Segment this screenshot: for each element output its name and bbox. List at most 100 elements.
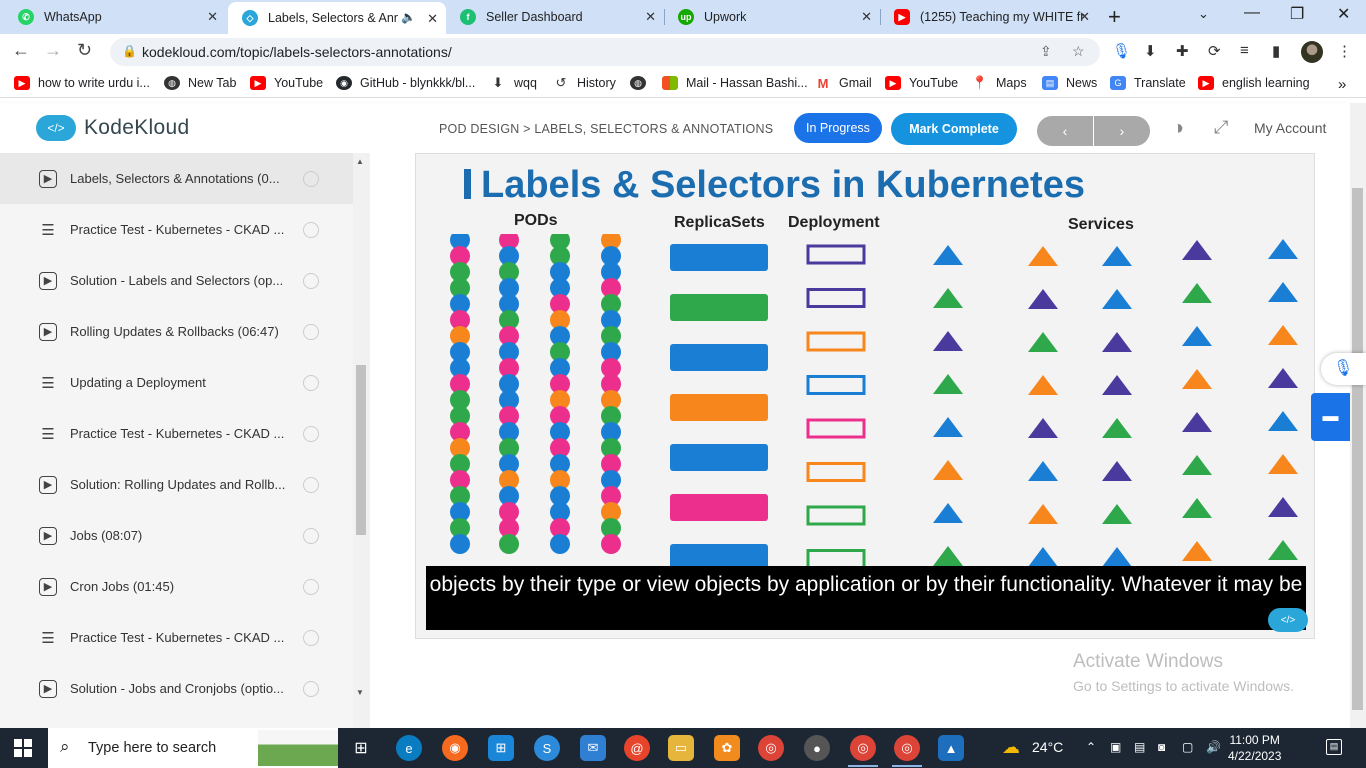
chrome-icon[interactable]: ◎ bbox=[758, 735, 784, 761]
sidebar-lesson-item[interactable]: ☰ Practice Test - Kubernetes - CKAD ... bbox=[0, 612, 353, 663]
bookmark-item[interactable]: ▶ english learning bbox=[1198, 76, 1310, 90]
start-button[interactable] bbox=[14, 739, 32, 757]
screen-icon[interactable]: ▢ bbox=[1182, 740, 1193, 754]
previous-lesson-button[interactable]: ‹ bbox=[1037, 116, 1093, 146]
reload-icon[interactable]: ↻ bbox=[77, 40, 92, 61]
scroll-down-icon[interactable]: ▼ bbox=[356, 688, 364, 697]
bookmark-item[interactable]: ↺ History bbox=[553, 75, 616, 90]
skype-icon[interactable]: S bbox=[534, 735, 560, 761]
completion-checkbox[interactable] bbox=[303, 476, 319, 493]
snail-app-icon[interactable]: @ bbox=[624, 735, 650, 761]
back-icon[interactable]: ← bbox=[12, 40, 30, 61]
sidebar-lesson-item[interactable]: ☰ Practice Test - Kubernetes - CKAD ... bbox=[0, 204, 353, 255]
sidebar-lesson-item[interactable]: ▶ Labels, Selectors & Annotations (0... bbox=[0, 153, 353, 204]
sidebar-lesson-item[interactable]: ▶ Solution - Labels and Selectors (op... bbox=[0, 255, 353, 306]
tab-kodekloud[interactable]: ◇ Labels, Selectors & Anno 🔈 ✕ bbox=[228, 2, 446, 34]
lock-icon[interactable]: 🔒 bbox=[122, 44, 137, 58]
system-clock[interactable]: 11:00 PM 4/22/2023 bbox=[1228, 732, 1281, 764]
chrome-profile-h-icon[interactable]: ◎ bbox=[894, 735, 920, 761]
bookmark-item[interactable]: ⬇ wqq bbox=[490, 75, 537, 90]
download-extension-icon[interactable]: ⬇ bbox=[1144, 42, 1157, 60]
close-tab-icon[interactable]: ✕ bbox=[427, 11, 438, 27]
kodekloud-logo[interactable]: </> KodeKloud bbox=[36, 115, 189, 141]
bookmark-item[interactable]: M Gmail bbox=[815, 76, 872, 91]
bookmark-item[interactable]: ◉ GitHub - blynkkk/bl... bbox=[336, 76, 475, 90]
forward-icon[interactable]: → bbox=[44, 40, 62, 61]
sidebar-lesson-item[interactable]: ▶ Solution - Jobs and Cronjobs (optio... bbox=[0, 663, 353, 714]
sidebar-lesson-item[interactable]: ▶ Cron Jobs (01:45) bbox=[0, 561, 353, 612]
tab-seller-dashboard[interactable]: f Seller Dashboard ✕ bbox=[446, 0, 664, 34]
side-panel-icon[interactable]: ▮ bbox=[1272, 42, 1280, 60]
bookmark-star-icon[interactable]: ☆ bbox=[1072, 43, 1085, 60]
more-bookmarks-button[interactable]: » bbox=[1338, 76, 1346, 93]
page-scrollbar-thumb[interactable] bbox=[1352, 188, 1363, 710]
scroll-up-icon[interactable]: ▲ bbox=[356, 157, 364, 166]
show-hidden-icons[interactable]: ⌃ bbox=[1086, 740, 1096, 754]
bookmark-item[interactable]: 📍 Maps bbox=[972, 75, 1027, 90]
menu-icon[interactable]: ⋮ bbox=[1337, 42, 1352, 60]
tab-search-icon[interactable]: ⌄ bbox=[1198, 6, 1209, 22]
completion-checkbox[interactable] bbox=[303, 578, 319, 595]
video-player[interactable]: Labels & Selectors in Kubernetes PODs Re… bbox=[415, 153, 1315, 639]
address-bar[interactable]: 🔒 kodekloud.com/topic/labels-selectors-a… bbox=[110, 38, 1100, 66]
sidebar-lesson-item[interactable]: ☰ Updating a Deployment bbox=[0, 357, 353, 408]
sidebar-lesson-item[interactable]: ☰ Practice Test - Kubernetes - CKAD ... bbox=[0, 408, 353, 459]
completion-checkbox[interactable] bbox=[303, 272, 319, 289]
close-window-icon[interactable]: ✕ bbox=[1337, 4, 1350, 24]
close-tab-icon[interactable]: ✕ bbox=[1079, 9, 1090, 25]
taskbar-search[interactable]: ⌕ Type here to search bbox=[48, 728, 338, 768]
bookmark-item[interactable]: ▶ YouTube bbox=[250, 76, 323, 90]
completion-checkbox[interactable] bbox=[303, 629, 319, 646]
completion-checkbox[interactable] bbox=[303, 425, 319, 442]
tab-youtube[interactable]: ▶ (1255) Teaching my WHITE fr ✕ bbox=[880, 0, 1098, 34]
network-device-icon[interactable]: ▣ bbox=[1110, 740, 1121, 754]
bookmark-item[interactable]: ▶ how to write urdu i... bbox=[14, 76, 150, 90]
close-tab-icon[interactable]: ✕ bbox=[861, 9, 872, 25]
camera-icon[interactable]: ◙ bbox=[1158, 740, 1165, 754]
mic-extension-icon[interactable]: 🎙 bbox=[1112, 42, 1131, 60]
my-account-link[interactable]: My Account bbox=[1254, 120, 1326, 136]
new-tab-button[interactable]: + bbox=[1108, 4, 1121, 30]
completion-checkbox[interactable] bbox=[303, 527, 319, 544]
dark-mode-icon[interactable]: ◑ bbox=[1172, 117, 1184, 140]
voice-assistant-icon[interactable]: 🎙 bbox=[1321, 353, 1366, 385]
task-view-icon[interactable]: ⊞ bbox=[348, 735, 374, 761]
close-tab-icon[interactable]: ✕ bbox=[645, 9, 656, 25]
volume-icon[interactable]: 🔊 bbox=[1206, 740, 1221, 754]
obs-icon[interactable]: ● bbox=[804, 735, 830, 761]
tab-whatsapp[interactable]: ✆ WhatsApp ✕ bbox=[4, 0, 226, 34]
chat-support-button[interactable]: ▬ bbox=[1311, 393, 1350, 441]
completion-checkbox[interactable] bbox=[303, 323, 319, 340]
display-icon[interactable]: ▤ bbox=[1134, 740, 1145, 754]
chrome-profile-icon[interactable]: ◎ bbox=[850, 735, 876, 761]
extensions-icon[interactable]: ✚ bbox=[1176, 42, 1189, 60]
restore-icon[interactable]: ❐ bbox=[1290, 4, 1304, 24]
weather-icon[interactable]: ☁ bbox=[1002, 737, 1020, 758]
share-icon[interactable]: ⇪ bbox=[1040, 43, 1052, 60]
media-control-icon[interactable]: ≡ bbox=[1240, 42, 1249, 59]
bookmark-item[interactable]: ◍ New Tab bbox=[164, 76, 236, 90]
minimize-icon[interactable]: — bbox=[1244, 4, 1260, 22]
profile-avatar[interactable] bbox=[1301, 41, 1323, 63]
bookmark-item[interactable]: Mail - Hassan Bashi... bbox=[662, 76, 808, 90]
file-explorer-icon[interactable]: ▭ bbox=[668, 735, 694, 761]
completion-checkbox[interactable] bbox=[303, 221, 319, 238]
speaker-icon[interactable]: 🔈 bbox=[401, 10, 416, 24]
in-progress-badge[interactable]: In Progress bbox=[794, 113, 882, 143]
fullscreen-icon[interactable]: ⤢ bbox=[1214, 117, 1228, 138]
next-lesson-button[interactable]: › bbox=[1094, 116, 1150, 146]
tab-upwork[interactable]: up Upwork ✕ bbox=[664, 0, 880, 34]
sidebar-lesson-item[interactable]: ▶ Solution: Rolling Updates and Rollb... bbox=[0, 459, 353, 510]
firefox-icon[interactable]: ◉ bbox=[442, 735, 468, 761]
mail-icon[interactable]: ✉ bbox=[580, 735, 606, 761]
bookmark-item[interactable]: ◍ bbox=[630, 76, 654, 90]
bookmark-item[interactable]: ▤ News bbox=[1042, 76, 1097, 90]
sidebar-scrollbar-thumb[interactable] bbox=[356, 365, 366, 535]
sync-extension-icon[interactable]: ⟳ bbox=[1208, 42, 1221, 60]
mark-complete-button[interactable]: Mark Complete bbox=[891, 113, 1017, 145]
settings-app-icon[interactable]: ✿ bbox=[714, 735, 740, 761]
sidebar-lesson-item[interactable]: ▶ Rolling Updates & Rollbacks (06:47) bbox=[0, 306, 353, 357]
completion-checkbox[interactable] bbox=[303, 680, 319, 697]
notifications-icon[interactable]: ▤ bbox=[1326, 739, 1342, 755]
photos-icon[interactable]: ▲ bbox=[938, 735, 964, 761]
